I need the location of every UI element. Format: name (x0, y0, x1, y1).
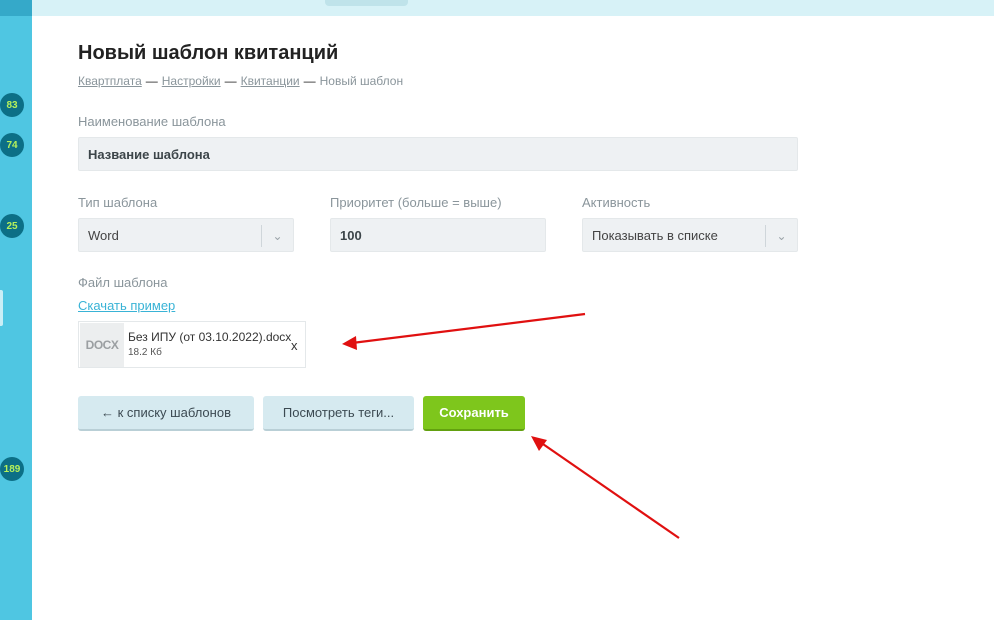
annotation-arrows (342, 312, 680, 539)
annotation-arrow-save (531, 436, 680, 539)
page: 83 74 25 189 Новый шаблон квитанций Квар… (0, 0, 994, 620)
annotation-arrow-file (342, 312, 586, 350)
